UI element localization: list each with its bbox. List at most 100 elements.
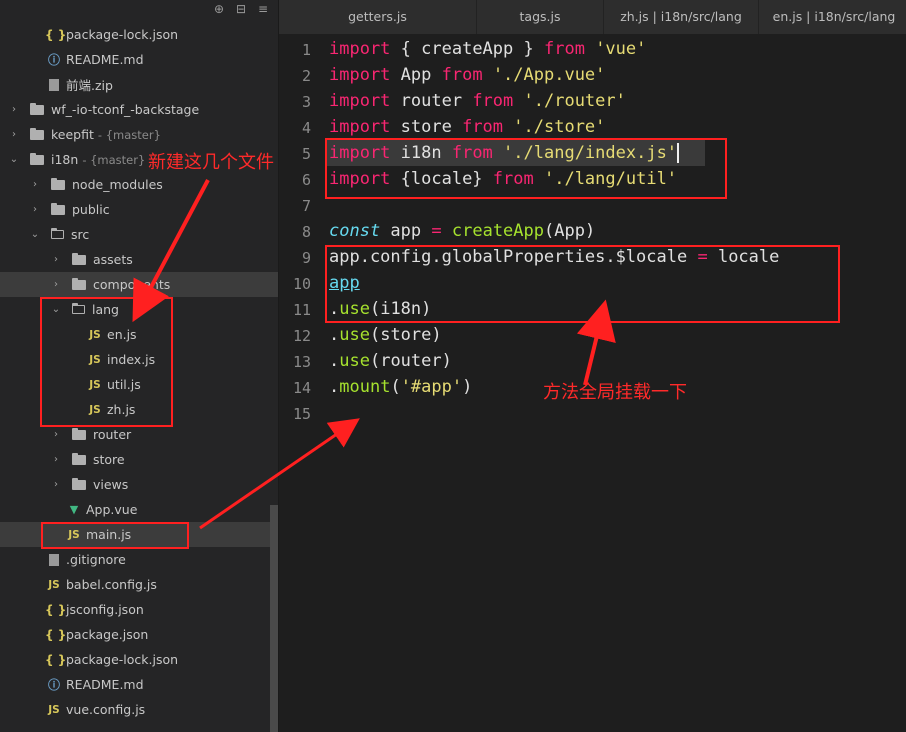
target-icon[interactable]: ⊕ <box>212 2 226 16</box>
code-token: mount <box>339 377 391 397</box>
tree-item[interactable]: { } jsconfig.json <box>0 597 278 622</box>
tree-item[interactable]: ⌄ src <box>0 222 278 247</box>
json-file-icon: { } <box>45 27 67 42</box>
git-branch-label: - {master} <box>82 152 146 167</box>
tree-item[interactable]: .gitignore <box>0 547 278 572</box>
chevron-right-icon[interactable]: › <box>29 204 41 215</box>
tree-item[interactable]: JS babel.config.js <box>0 572 278 597</box>
line-number: 10 <box>292 275 311 293</box>
editor-tab[interactable]: en.js | i18n/src/lang <box>759 0 906 34</box>
tree-item[interactable]: ▼ App.vue <box>0 497 278 522</box>
code-line[interactable]: import { createApp } from 'vue' <box>329 36 646 62</box>
tree-item-label: vue.config.js <box>66 702 146 717</box>
tree-item[interactable]: ⓘ README.md <box>0 47 278 72</box>
code-token: './store' <box>513 117 606 137</box>
tree-item-label: babel.config.js <box>66 577 157 592</box>
code-token: from <box>462 117 504 137</box>
code-token: import <box>329 91 391 111</box>
tree-item[interactable]: › keepfit - {master} <box>0 122 278 147</box>
line-number: 14 <box>292 379 311 397</box>
tree-item-label: node_modules <box>72 177 163 192</box>
chevron-right-icon[interactable]: › <box>50 279 62 290</box>
code-line[interactable]: import store from './store' <box>329 114 605 140</box>
tree-item-label: package.json <box>66 627 149 642</box>
code-token: import <box>329 39 391 59</box>
chevron-right-icon[interactable]: › <box>50 479 62 490</box>
editor-tab[interactable]: tags.js <box>477 0 604 34</box>
code-token: ) <box>462 377 473 397</box>
chevron-right-icon[interactable]: › <box>50 429 62 440</box>
imports-highlight-box <box>325 138 727 199</box>
tree-item[interactable]: › store <box>0 447 278 472</box>
code-token: import <box>329 117 391 137</box>
chevron-right-icon[interactable]: › <box>8 129 20 140</box>
code-line[interactable]: import App from './App.vue' <box>329 62 605 88</box>
folder-icon <box>51 202 65 215</box>
code-token: from <box>543 39 585 59</box>
new-files-highlight-box <box>40 297 173 427</box>
tree-item[interactable]: ⓘ README.md <box>0 672 278 697</box>
folder-icon <box>72 477 86 490</box>
tree-item[interactable]: 前端.zip <box>0 72 278 97</box>
code-token: (store) <box>369 325 442 345</box>
code-line[interactable]: .mount('#app') <box>329 374 472 400</box>
chevron-right-icon[interactable]: › <box>50 254 62 265</box>
code-token: './router' <box>523 91 626 111</box>
tree-item[interactable]: › node_modules <box>0 172 278 197</box>
folder-icon <box>72 277 86 290</box>
chevron-right-icon[interactable]: › <box>8 104 20 115</box>
code-token: { <box>390 39 422 59</box>
code-line[interactable]: .use(router) <box>329 348 452 374</box>
tree-item[interactable]: { } package.json <box>0 622 278 647</box>
code-token: './App.vue' <box>492 65 606 85</box>
git-branch-label: - {master} <box>97 127 161 142</box>
code-line[interactable]: .use(store) <box>329 322 442 348</box>
tree-item-label: 前端.zip <box>66 78 113 93</box>
chevron-right-icon[interactable]: › <box>50 454 62 465</box>
code-token: . <box>329 325 340 345</box>
chevron-down-icon[interactable]: ⌄ <box>29 229 41 240</box>
tree-item[interactable]: › components <box>0 272 278 297</box>
line-number: 15 <box>292 405 311 423</box>
menu-icon[interactable]: ≡ <box>256 2 270 16</box>
code-token: (router) <box>369 351 452 371</box>
file-icon <box>49 78 59 91</box>
json-file-icon: { } <box>45 602 67 617</box>
tree-item[interactable]: › public <box>0 197 278 222</box>
tree-item[interactable]: { } package-lock.json <box>0 22 278 47</box>
editor-tab[interactable]: zh.js | i18n/src/lang <box>604 0 759 34</box>
code-token: use <box>339 351 370 371</box>
tree-item[interactable]: › assets <box>0 247 278 272</box>
annotation-new-files: 新建这几个文件 <box>148 152 274 173</box>
tree-item[interactable]: JS vue.config.js <box>0 697 278 722</box>
editor-tab[interactable]: getters.js <box>279 0 477 34</box>
tree-item-label: jsconfig.json <box>66 602 144 617</box>
code-token: '#app' <box>400 377 463 397</box>
chevron-down-icon[interactable]: ⌄ <box>8 154 20 165</box>
code-line[interactable]: import router from './router' <box>329 88 626 114</box>
tree-item-label: components <box>93 277 171 292</box>
tree-item-label: i18n <box>51 152 79 167</box>
tree-item-label: package-lock.json <box>66 652 179 667</box>
tree-item-label: assets <box>93 252 133 267</box>
split-icon[interactable]: ⊟ <box>234 2 248 16</box>
sidebar-scrollbar[interactable] <box>270 505 278 732</box>
tree-item[interactable]: { } package-lock.json <box>0 647 278 672</box>
chevron-right-icon[interactable]: › <box>29 179 41 190</box>
tree-item-label: src <box>71 227 90 242</box>
code-token: from <box>472 91 514 111</box>
folder-icon <box>30 152 44 165</box>
line-number: 6 <box>301 171 311 189</box>
json-file-icon: { } <box>45 627 67 642</box>
js-file-icon: JS <box>48 703 60 716</box>
js-file-icon: JS <box>48 578 60 591</box>
tree-item[interactable]: › wf_-io-tconf_-backstage <box>0 97 278 122</box>
code-token: createApp <box>421 39 514 59</box>
tree-item[interactable]: › views <box>0 472 278 497</box>
line-number: 9 <box>301 249 311 267</box>
code-line[interactable]: const app = createApp(App) <box>329 218 595 244</box>
